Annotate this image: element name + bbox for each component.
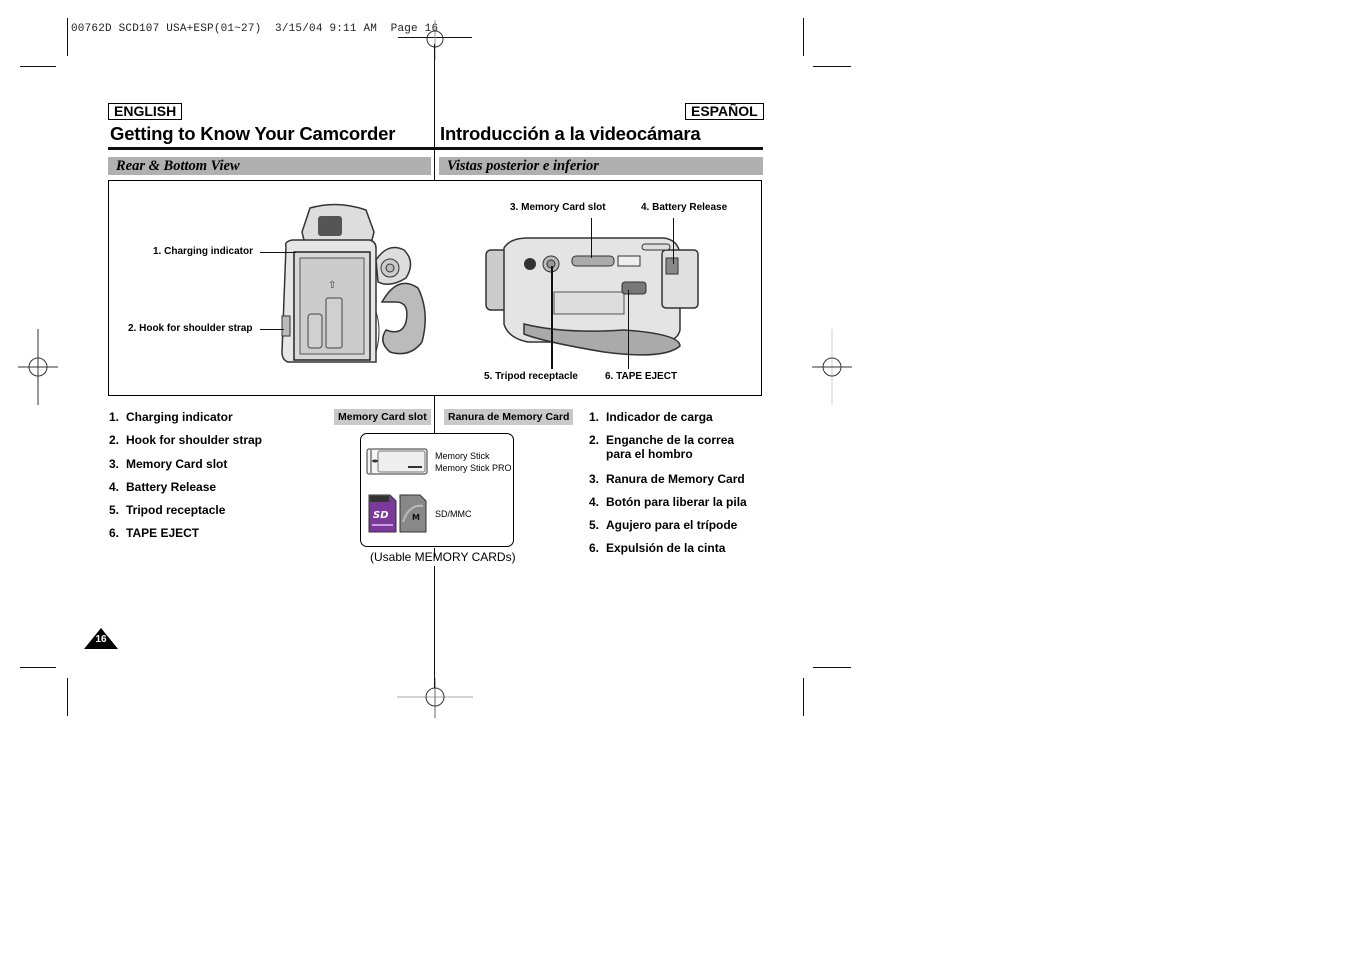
registration-mark-icon: [397, 678, 473, 718]
list-item: 4. Battery Release: [109, 480, 217, 494]
crop-mark: [813, 667, 851, 668]
list-item: 6. Expulsión de la cinta: [589, 541, 726, 555]
page-title-english: Getting to Know Your Camcorder: [110, 123, 396, 144]
list-item: 2. Enganche de la correa para el hombro: [589, 433, 735, 461]
list-item: 4. Botón para liberar la pila: [589, 495, 747, 509]
english-parts-list: 1. Charging indicator 2. Hook for shoulder…: [109, 410, 262, 549]
svg-text:M: M: [412, 513, 420, 522]
list-item: 3. Ranura de Memory Card: [589, 472, 745, 486]
callout-battery-release: 4. Battery Release: [641, 202, 728, 213]
title-rule: [108, 147, 763, 150]
list-item: 5. Tripod receptacle: [109, 503, 226, 517]
registration-mark-icon: [18, 329, 58, 405]
page-title-spanish: Introducción a la videocámara: [440, 123, 701, 144]
list-item: 3. Memory Card slot: [109, 457, 228, 471]
callout-line: [628, 290, 629, 369]
svg-text:SD: SD: [373, 510, 389, 521]
callout-line: [260, 252, 296, 253]
english-label: ENGLISH: [108, 103, 183, 120]
callout-line: [551, 266, 553, 369]
crop-mark: [803, 18, 804, 56]
usable-memory-cards-caption: (Usable MEMORY CARDs): [370, 550, 516, 564]
list-item: 6. TAPE EJECT: [109, 526, 200, 540]
memory-card-slot-label-spanish: Ranura de Memory Card: [444, 409, 574, 425]
memory-stick-pro-label: Memory Stick PRO: [435, 463, 512, 473]
memory-card-slot-label: Memory Card slot: [334, 409, 431, 425]
page-number: 16: [95, 634, 107, 645]
crop-mark: [20, 667, 56, 668]
callout-charging-indicator: 1. Charging indicator: [153, 246, 254, 257]
callout-line: [591, 218, 592, 258]
crop-mark: [67, 18, 68, 56]
section-heading-english: Rear & Bottom View: [108, 157, 431, 175]
list-item: 5. Agujero para el trípode: [589, 518, 738, 532]
crop-mark: [67, 678, 68, 716]
list-item: 1. Indicador de carga: [589, 410, 713, 424]
sd-card-icon: SD: [368, 494, 397, 533]
crop-mark: [20, 66, 56, 67]
callout-hook-shoulder-strap: 2. Hook for shoulder strap: [128, 323, 253, 334]
svg-text:⇧: ⇧: [328, 280, 336, 291]
camcorder-rear-view-illustration: ⇧: [281, 203, 426, 363]
center-fold-line: [434, 44, 435, 180]
print-slug: 00762D SCD107 USA+ESP(01~27) 3/15/04 9:1…: [71, 23, 439, 35]
camcorder-bottom-view-illustration: [485, 237, 699, 356]
registration-mark-icon: [426, 20, 444, 60]
registration-mark-icon: [812, 329, 852, 405]
memory-stick-icon: [366, 448, 428, 475]
list-item: 2. Hook for shoulder strap: [109, 433, 263, 447]
section-heading-spanish: Vistas posterior e inferior: [439, 157, 763, 175]
list-item: 1. Charging indicator: [109, 410, 233, 424]
callout-tripod-receptacle: 5. Tripod receptacle: [484, 371, 578, 382]
sd-mmc-label: SD/MMC: [435, 509, 472, 519]
callout-line: [260, 329, 284, 330]
mmc-card-icon: M: [399, 494, 427, 533]
crop-mark: [803, 678, 804, 716]
spanish-parts-list: 1. Indicador de carga 2. Enganche de la co…: [589, 410, 759, 564]
callout-memory-card-slot: 3. Memory Card slot: [510, 202, 606, 213]
memory-stick-label: Memory Stick: [435, 451, 490, 461]
callout-tape-eject: 6. TAPE EJECT: [605, 371, 678, 382]
center-fold-line: [434, 566, 435, 688]
crop-mark: [813, 66, 851, 67]
center-fold-line: [434, 396, 435, 434]
spanish-label: ESPAÑOL: [685, 103, 764, 120]
callout-line: [673, 218, 674, 264]
